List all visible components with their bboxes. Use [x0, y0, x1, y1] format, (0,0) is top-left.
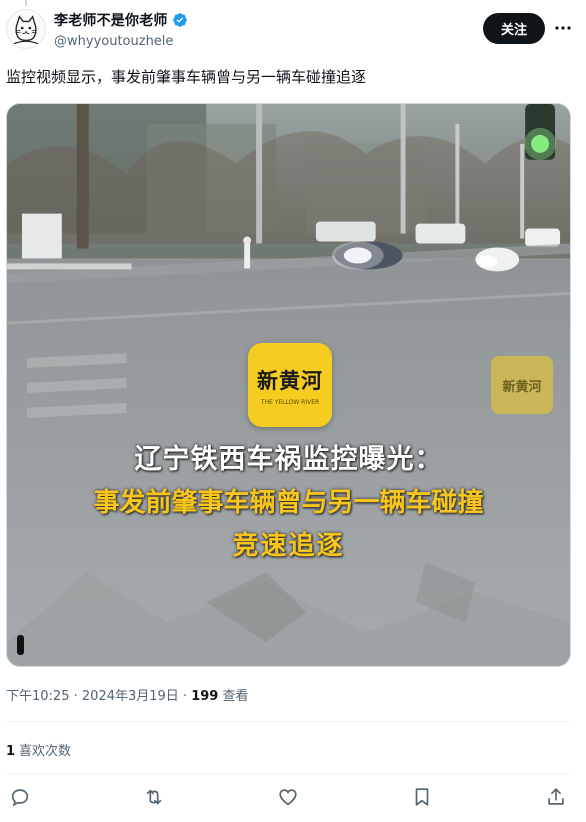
reply-icon[interactable] [9, 786, 31, 808]
logo-subtext: THE YELLOW RIVER [260, 398, 320, 406]
more-options-icon[interactable] [553, 18, 573, 38]
views-count: 199 [191, 689, 219, 704]
likes-label: 喜欢次数 [19, 744, 72, 759]
video-caption-line1: 辽宁铁西车祸监控曝光： [134, 444, 443, 475]
tweet-meta: 下午10:25 · 2024年3月19日 · 199 查看 [6, 685, 248, 704]
watermark-text: 新黄河 [502, 379, 542, 395]
video-caption-line3: 竞速追逐 [232, 531, 345, 561]
meta-separator: · [178, 689, 192, 704]
author-name-row[interactable]: 李老师不是你老师 [54, 10, 188, 30]
divider [6, 773, 571, 774]
like-icon[interactable] [277, 786, 299, 808]
logo-text: 新黄河 [257, 367, 323, 393]
video-caption-line2: 事发前肇事车辆曾与另一辆车碰撞 [93, 488, 484, 518]
media-video[interactable]: 新黄河 THE YELLOW RIVER 新黄河 辽宁铁西车祸监控曝光： 事发前… [6, 103, 571, 667]
tweet-time[interactable]: 下午10:25 [6, 689, 69, 704]
retweet-icon[interactable] [143, 786, 165, 808]
avatar-cat-image [7, 10, 45, 48]
verified-badge-icon [172, 12, 188, 28]
share-icon[interactable] [545, 786, 567, 808]
likes-row[interactable]: 1 喜欢次数 [6, 740, 71, 759]
video-progress-marker[interactable] [17, 635, 24, 655]
author-handle[interactable]: @whyyoutouzhele [54, 34, 173, 49]
tweet-text: 监控视频显示，事发前肇事车辆曾与另一辆车碰撞追逐 [6, 68, 367, 86]
thread-line [25, 0, 27, 6]
divider [6, 721, 571, 722]
bookmark-icon[interactable] [411, 786, 433, 808]
views-label: 查看 [218, 689, 249, 704]
follow-button[interactable]: 关注 [483, 13, 545, 44]
likes-count: 1 [6, 744, 16, 759]
avatar[interactable] [6, 9, 46, 49]
watermark-logo: 新黄河 [491, 356, 553, 414]
tweet-date[interactable]: 2024年3月19日 [82, 689, 179, 704]
news-logo: 新黄河 THE YELLOW RIVER [248, 343, 332, 427]
meta-separator: · [69, 689, 82, 704]
author-display-name[interactable]: 李老师不是你老师 [54, 10, 168, 30]
